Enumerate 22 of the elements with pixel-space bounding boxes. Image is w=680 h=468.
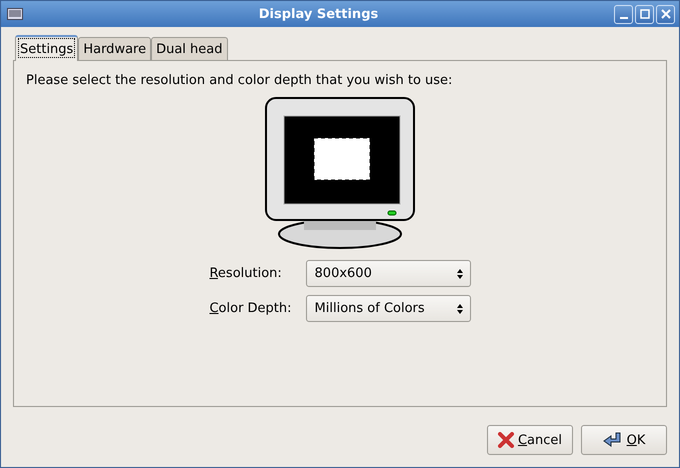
window-icon bbox=[7, 8, 23, 20]
dropdown[interactable]: Millions of Colors bbox=[306, 295, 471, 322]
minimize-button[interactable] bbox=[614, 4, 633, 24]
close-button[interactable] bbox=[656, 4, 675, 24]
spinner-arrows-icon bbox=[456, 302, 464, 314]
maximize-icon bbox=[640, 9, 650, 19]
maximize-button[interactable] bbox=[635, 4, 654, 24]
dropdown[interactable]: 800x600 bbox=[306, 260, 471, 287]
cross-icon bbox=[498, 432, 514, 448]
field-label: Resolution: bbox=[209, 266, 283, 281]
close-icon bbox=[660, 9, 670, 19]
ok-button[interactable]: OK bbox=[581, 425, 667, 455]
tab[interactable]: Hardware bbox=[78, 37, 152, 60]
tab[interactable]: Dual head bbox=[151, 37, 228, 60]
window-title: Display Settings bbox=[258, 6, 380, 22]
field-label: Color Depth: bbox=[209, 301, 292, 316]
tab[interactable]: Settings bbox=[15, 35, 78, 61]
return-arrow-icon bbox=[602, 431, 623, 449]
minimize-icon bbox=[620, 16, 628, 18]
cancel-button[interactable]: Cancel bbox=[487, 425, 573, 455]
spinner-arrows-icon bbox=[456, 268, 464, 280]
instruction-text: Please select the resolution and color depth that you wish to use: bbox=[26, 73, 452, 88]
